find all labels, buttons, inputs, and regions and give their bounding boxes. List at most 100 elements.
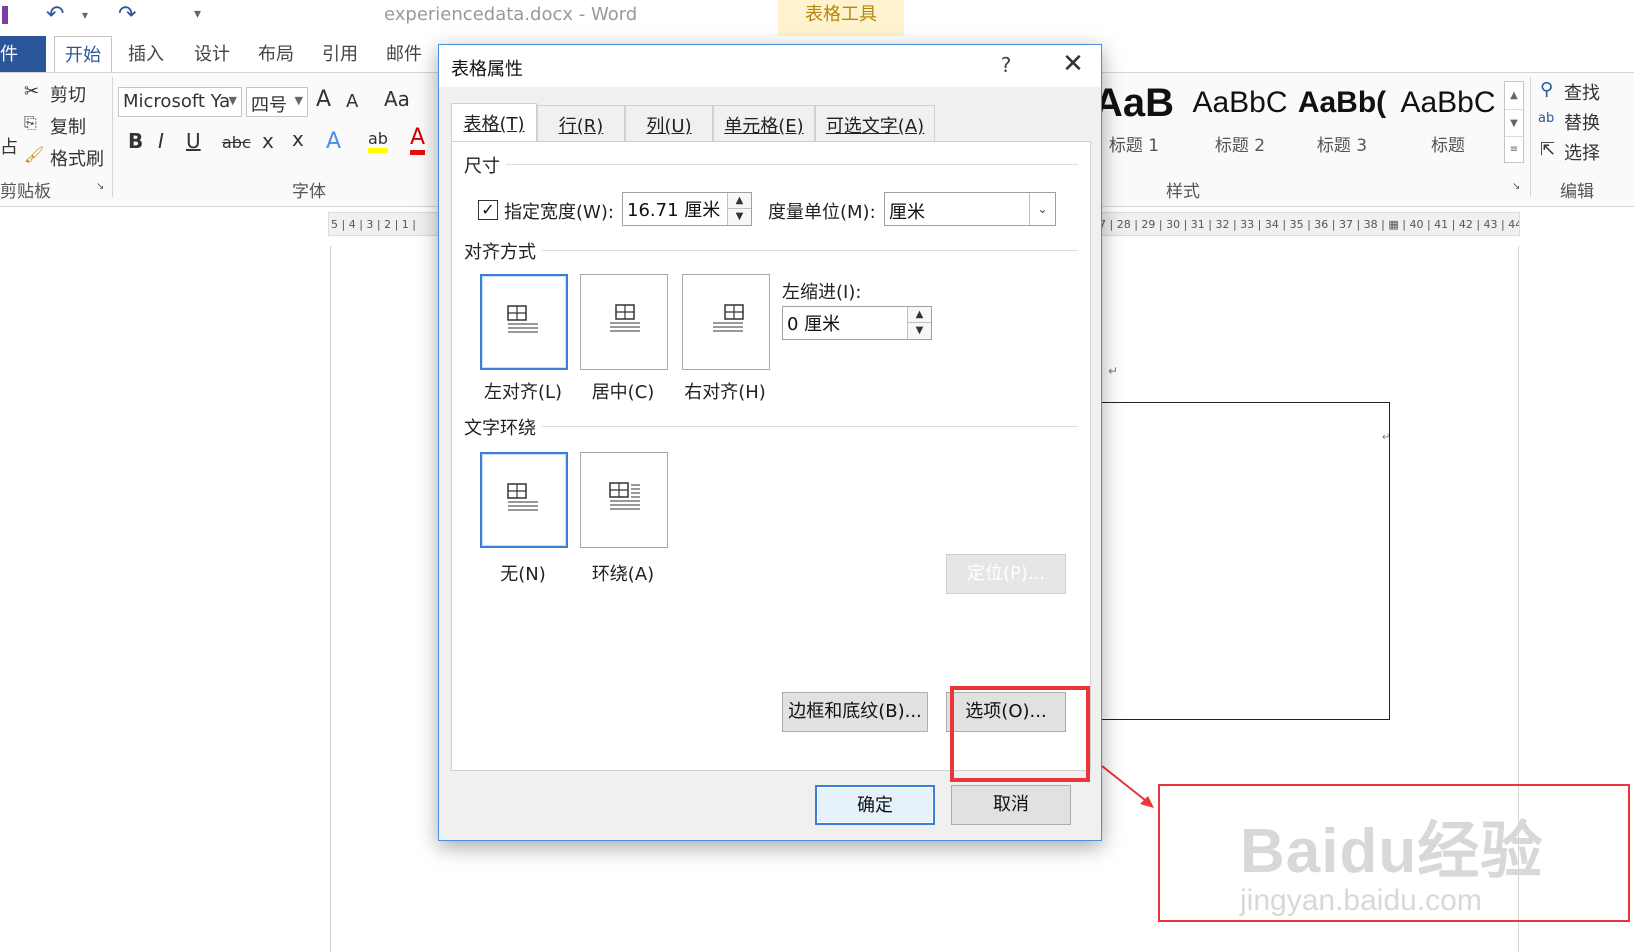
format-painter-button[interactable]: 格式刷: [50, 145, 104, 171]
tab-insert[interactable]: 插入: [128, 40, 164, 66]
alignment-section-title: 对齐方式: [464, 238, 542, 264]
wrap-none-option[interactable]: [480, 452, 568, 548]
align-right-icon: [713, 304, 744, 332]
align-right-label[interactable]: 右对齐(H): [670, 378, 780, 404]
styles-scroll[interactable]: ▲ ▼ ≡: [1504, 81, 1524, 163]
editing-group-label: 编辑: [1560, 182, 1594, 202]
align-left-label[interactable]: 左对齐(L): [468, 378, 578, 404]
annotation-highlight-rectangle: [950, 686, 1090, 782]
replace-button[interactable]: 替换: [1564, 109, 1600, 135]
undo-icon[interactable]: ↶: [46, 2, 64, 27]
clipboard-launcher-icon[interactable]: ↘: [96, 181, 104, 192]
align-right-option[interactable]: [682, 274, 770, 370]
wrap-section-title: 文字环绕: [464, 414, 542, 440]
style-sample: AaBbC: [1400, 86, 1496, 119]
scroll-down-icon[interactable]: ▼: [1505, 109, 1523, 136]
annotation-arrow-icon: [1101, 765, 1154, 808]
help-button[interactable]: ?: [991, 53, 1021, 77]
font-color-button[interactable]: A: [410, 125, 426, 155]
preferred-width-input[interactable]: 16.71 厘米 ▲ ▼: [622, 192, 752, 226]
save-icon[interactable]: [2, 6, 8, 24]
bold-button[interactable]: B: [128, 129, 143, 153]
spin-up-icon[interactable]: ▲: [728, 193, 751, 209]
chevron-down-icon[interactable]: ▼: [229, 94, 237, 107]
tab-column[interactable]: 列(U): [625, 105, 713, 141]
more-styles-icon[interactable]: ≡: [1505, 136, 1523, 162]
preferred-width-value: 16.71 厘米: [627, 200, 721, 221]
measure-in-select[interactable]: 厘米 ⌄: [884, 192, 1056, 226]
chevron-down-icon[interactable]: ⌄: [1029, 193, 1055, 225]
styles-group-label: 样式: [1166, 182, 1200, 202]
close-icon[interactable]: ✕: [1053, 49, 1093, 79]
group-separator: [112, 77, 113, 197]
indent-value: 0 厘米: [787, 314, 841, 335]
grow-font-button[interactable]: A: [316, 87, 331, 112]
underline-button[interactable]: U: [186, 129, 201, 153]
find-button[interactable]: 查找: [1564, 79, 1600, 105]
borders-and-shading-button[interactable]: 边框和底纹(B)...: [782, 692, 928, 732]
tab-home[interactable]: 开始: [54, 36, 112, 74]
styles-launcher-icon[interactable]: ↘: [1512, 181, 1520, 192]
align-left-option[interactable]: [480, 274, 568, 370]
redo-icon[interactable]: ↷: [118, 2, 136, 27]
measure-in-label: 度量单位(M):: [768, 202, 876, 223]
strikethrough-button[interactable]: abc: [222, 133, 251, 152]
find-icon: ⚲: [1540, 79, 1554, 100]
tab-alt-text[interactable]: 可选文字(A): [815, 105, 935, 141]
font-name-combo[interactable]: Microsoft Ya ▼: [118, 87, 242, 117]
copy-button[interactable]: 复制: [50, 113, 86, 139]
text-effects-button[interactable]: A: [326, 129, 341, 154]
spin-up-icon[interactable]: ▲: [908, 307, 931, 323]
tab-table[interactable]: 表格(T): [451, 103, 537, 143]
wrap-none-label[interactable]: 无(N): [468, 560, 578, 586]
customize-toolbar-icon[interactable]: ▾: [194, 6, 201, 22]
format-painter-icon: 🖌: [24, 145, 45, 164]
document-table[interactable]: [1062, 402, 1390, 720]
wrap-around-label[interactable]: 环绕(A): [568, 560, 678, 586]
font-size-combo[interactable]: 四号 ▼: [246, 87, 308, 117]
ok-button[interactable]: 确定: [815, 785, 935, 825]
tab-cell[interactable]: 单元格(E): [713, 105, 815, 141]
style-heading-3[interactable]: AaBb( 标题 3: [1292, 81, 1392, 161]
subscript-button[interactable]: x: [262, 129, 274, 153]
align-center-option[interactable]: [580, 274, 668, 370]
tab-references[interactable]: 引用: [322, 40, 358, 66]
align-center-label[interactable]: 居中(C): [568, 378, 678, 404]
italic-button[interactable]: I: [158, 129, 164, 153]
cut-button[interactable]: 剪切: [50, 81, 86, 107]
tab-label: 单元格(E): [724, 116, 804, 137]
positioning-button[interactable]: 定位(P)...: [946, 554, 1066, 594]
paragraph-mark: ↵: [1108, 364, 1119, 378]
style-heading-2[interactable]: AaBbC 标题 2: [1186, 81, 1294, 161]
table-tools-contextual-tab: 表格工具: [778, 0, 904, 36]
copy-icon: ⎘: [24, 113, 37, 132]
tab-design[interactable]: 设计: [194, 40, 230, 66]
tab-file[interactable]: 件: [0, 36, 46, 72]
tab-label: 表格(T): [463, 114, 525, 135]
select-button[interactable]: 选择: [1564, 139, 1600, 165]
ruler-right-ticks: 7 | 28 | 29 | 30 | 31 | 32 | 33 | 34 | 3…: [1099, 218, 1520, 231]
chevron-down-icon[interactable]: ▼: [295, 94, 303, 107]
style-sample: AaBb(: [1297, 86, 1387, 119]
style-title[interactable]: AaBbC 标题: [1394, 81, 1502, 161]
shrink-font-button[interactable]: A: [346, 91, 358, 112]
superscript-button[interactable]: x: [292, 127, 304, 151]
spin-down-icon[interactable]: ▼: [728, 209, 751, 225]
spin-down-icon[interactable]: ▼: [908, 323, 931, 339]
tab-mailings[interactable]: 邮件: [386, 40, 422, 66]
tab-row[interactable]: 行(R): [537, 105, 625, 141]
highlight-button[interactable]: ab: [368, 129, 388, 153]
change-case-button[interactable]: Aa: [384, 87, 410, 111]
undo-dropdown-icon[interactable]: ▾: [82, 8, 88, 22]
scroll-up-icon[interactable]: ▲: [1505, 82, 1523, 109]
spin-buttons: ▲ ▼: [907, 307, 931, 339]
paste-label-partial[interactable]: 占: [0, 133, 18, 159]
wrap-around-option[interactable]: [580, 452, 668, 548]
dialog-title-bar[interactable]: 表格属性 ? ✕: [439, 45, 1101, 87]
dialog-title: 表格属性: [451, 59, 523, 80]
cut-icon: ✂: [24, 81, 40, 102]
indent-input[interactable]: 0 厘米 ▲ ▼: [782, 306, 932, 340]
cancel-button[interactable]: 取消: [951, 785, 1071, 825]
preferred-width-checkbox[interactable]: ✓: [478, 200, 498, 220]
tab-layout[interactable]: 布局: [258, 40, 294, 66]
